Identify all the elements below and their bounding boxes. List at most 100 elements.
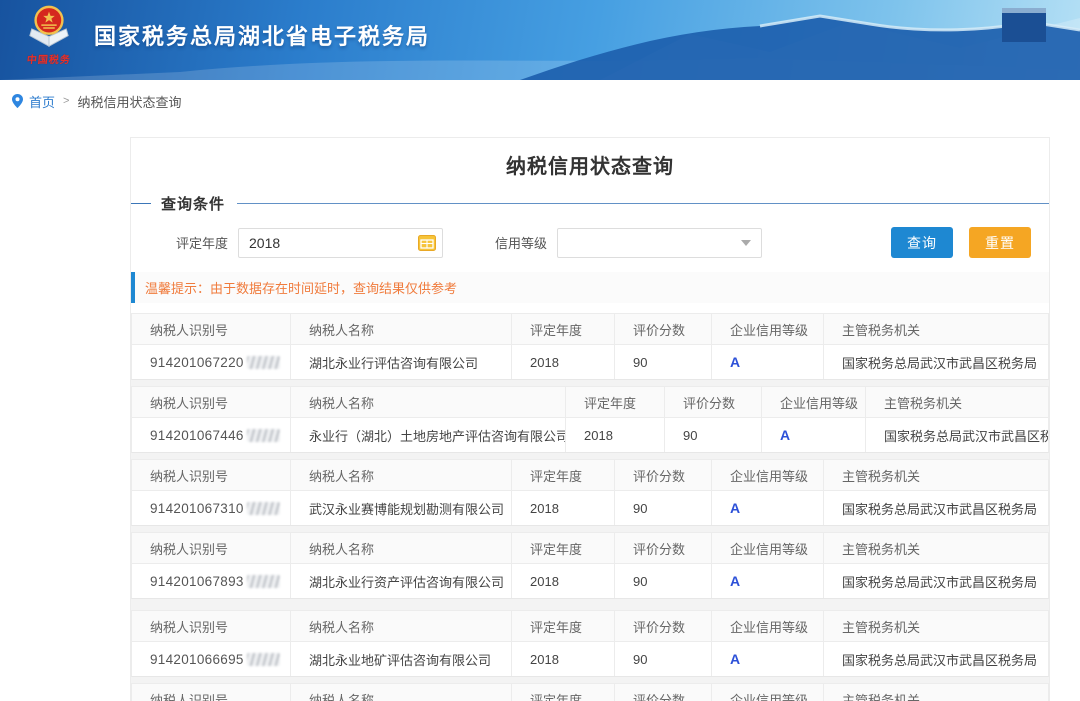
- col-header-credit-level: 企业信用等级: [712, 684, 824, 701]
- col-header-taxpayer-id: 纳税人识别号: [132, 684, 291, 701]
- col-header-credit-level: 企业信用等级: [712, 460, 824, 491]
- query-conditions-title: 查询条件: [161, 193, 225, 214]
- taxpayer-id-prefix: 914201067893: [150, 574, 244, 589]
- tax-bureau-logo: 中国税务: [18, 4, 80, 66]
- tax-authority-cell: 国家税务总局武汉市武昌区税务局: [824, 642, 1048, 676]
- assessment-year-cell: 2018: [566, 418, 665, 452]
- col-header-score: 评价分数: [615, 684, 712, 701]
- result-section: 纳税人识别号 纳税人名称 评定年度 评价分数 企业信用等级 主管税务机关 914…: [131, 313, 1049, 380]
- result-header-row: 纳税人识别号 纳税人名称 评定年度 评价分数 企业信用等级 主管税务机关: [132, 387, 1048, 418]
- col-header-score: 评价分数: [615, 460, 712, 491]
- score-cell: 90: [615, 491, 712, 525]
- col-header-score: 评价分数: [615, 533, 712, 564]
- result-header-row: 纳税人识别号 纳税人名称 评定年度 评价分数 企业信用等级 主管税务机关: [132, 533, 1048, 564]
- notice-message: 温馨提示：由于数据存在时间延时，查询结果仅供参考: [131, 272, 1049, 303]
- calendar-icon[interactable]: [418, 234, 436, 256]
- col-header-assessment-year: 评定年度: [512, 460, 615, 491]
- col-header-score: 评价分数: [665, 387, 762, 418]
- col-header-assessment-year: 评定年度: [566, 387, 665, 418]
- taxpayer-id-cell: 914201066695: [132, 642, 291, 676]
- col-header-taxpayer-id: 纳税人识别号: [132, 387, 291, 418]
- col-header-assessment-year: 评定年度: [512, 611, 615, 642]
- credit-level-cell: A: [712, 345, 824, 379]
- header-banner: 中国税务 国家税务总局湖北省电子税务局: [0, 0, 1080, 80]
- result-data-row: 914201067310 武汉永业赛博能规划勘测有限公司 2018 90 A 国…: [132, 491, 1048, 525]
- result-data-row: 914201067220 湖北永业行评估咨询有限公司 2018 90 A 国家税…: [132, 345, 1048, 379]
- redacted-id-mask: [247, 575, 280, 588]
- taxpayer-id-cell: 914201067220: [132, 345, 291, 379]
- tax-authority-cell: 国家税务总局武汉市武昌区税务局: [824, 491, 1048, 525]
- result-section: 纳税人识别号 纳税人名称 评定年度 评价分数 企业信用等级 主管税务机关 914…: [131, 459, 1049, 526]
- taxpayer-name-cell: 湖北永业地矿评估咨询有限公司: [291, 642, 512, 676]
- col-header-assessment-year: 评定年度: [512, 533, 615, 564]
- result-data-row: 914201067893 湖北永业行资产评估咨询有限公司 2018 90 A 国…: [132, 564, 1048, 598]
- result-section: 纳税人识别号 纳税人名称 评定年度 评价分数 企业信用等级 主管税务机关 914…: [131, 683, 1049, 701]
- tax-authority-cell: 国家税务总局武汉市武昌区税务局: [824, 345, 1048, 379]
- assessment-year-cell: 2018: [512, 345, 615, 379]
- assessment-year-cell: 2018: [512, 491, 615, 525]
- col-header-tax-authority: 主管税务机关: [824, 684, 1048, 701]
- col-header-taxpayer-name: 纳税人名称: [291, 533, 512, 564]
- col-header-credit-level: 企业信用等级: [762, 387, 866, 418]
- result-header-row: 纳税人识别号 纳税人名称 评定年度 评价分数 企业信用等级 主管税务机关: [132, 684, 1048, 701]
- credit-level-select[interactable]: [557, 228, 762, 258]
- col-header-credit-level: 企业信用等级: [712, 533, 824, 564]
- col-header-taxpayer-id: 纳税人识别号: [132, 460, 291, 491]
- col-header-credit-level: 企业信用等级: [712, 314, 824, 345]
- taxpayer-id-prefix: 914201067446: [150, 428, 244, 443]
- taxpayer-name-cell: 武汉永业赛博能规划勘测有限公司: [291, 491, 512, 525]
- taxpayer-id-prefix: 914201067310: [150, 501, 244, 516]
- redacted-id-mask: [247, 653, 280, 666]
- score-cell: 90: [615, 345, 712, 379]
- col-header-credit-level: 企业信用等级: [712, 611, 824, 642]
- breadcrumb-home-link[interactable]: 首页: [29, 92, 55, 111]
- assessment-year-input[interactable]: [238, 228, 443, 258]
- col-header-tax-authority: 主管税务机关: [824, 533, 1048, 564]
- score-cell: 90: [665, 418, 762, 452]
- credit-level-label: 信用等级: [495, 233, 547, 252]
- tax-authority-cell: 国家税务总局武汉市武昌区税务局: [866, 418, 1048, 452]
- breadcrumb-current-page: 纳税信用状态查询: [77, 92, 181, 111]
- national-tax-emblem-icon: [26, 4, 72, 50]
- redacted-id-mask: [247, 356, 280, 369]
- search-button[interactable]: 查询: [891, 227, 953, 258]
- assessment-year-cell: 2018: [512, 642, 615, 676]
- col-header-taxpayer-id: 纳税人识别号: [132, 314, 291, 345]
- result-section: 纳税人识别号 纳税人名称 评定年度 评价分数 企业信用等级 主管税务机关 914…: [131, 386, 1049, 453]
- col-header-score: 评价分数: [615, 611, 712, 642]
- col-header-tax-authority: 主管税务机关: [824, 611, 1048, 642]
- result-data-row: 914201066695 湖北永业地矿评估咨询有限公司 2018 90 A 国家…: [132, 642, 1048, 676]
- redacted-id-mask: [247, 502, 280, 515]
- col-header-taxpayer-name: 纳税人名称: [291, 460, 512, 491]
- credit-level-cell: A: [762, 418, 866, 452]
- col-header-score: 评价分数: [615, 314, 712, 345]
- taxpayer-name-cell: 湖北永业行资产评估咨询有限公司: [291, 564, 512, 598]
- col-header-taxpayer-name: 纳税人名称: [291, 611, 512, 642]
- tax-authority-cell: 国家税务总局武汉市武昌区税务局: [824, 564, 1048, 598]
- query-conditions-header: 查询条件: [131, 193, 1049, 214]
- col-header-tax-authority: 主管税务机关: [824, 314, 1048, 345]
- breadcrumb-separator: >: [63, 95, 69, 107]
- page-title: 纳税信用状态查询: [131, 150, 1049, 179]
- col-header-assessment-year: 评定年度: [512, 684, 615, 701]
- assessment-year-label: 评定年度: [176, 233, 228, 252]
- reset-button[interactable]: 重置: [969, 227, 1031, 258]
- taxpayer-name-cell: 湖北永业行评估咨询有限公司: [291, 345, 512, 379]
- chevron-down-icon: [741, 240, 751, 246]
- score-cell: 90: [615, 564, 712, 598]
- col-header-taxpayer-name: 纳税人名称: [291, 314, 512, 345]
- taxpayer-id-cell: 914201067446: [132, 418, 291, 452]
- result-header-row: 纳税人识别号 纳税人名称 评定年度 评价分数 企业信用等级 主管税务机关: [132, 314, 1048, 345]
- fieldset-left-dash: [131, 203, 151, 204]
- query-panel: 纳税信用状态查询 查询条件 评定年度 信用等级 查询 重: [130, 137, 1050, 701]
- assessment-year-cell: 2018: [512, 564, 615, 598]
- results-table: 纳税人识别号 纳税人名称 评定年度 评价分数 企业信用等级 主管税务机关 914…: [131, 313, 1049, 701]
- result-header-row: 纳税人识别号 纳税人名称 评定年度 评价分数 企业信用等级 主管税务机关: [132, 460, 1048, 491]
- col-header-taxpayer-id: 纳税人识别号: [132, 533, 291, 564]
- col-header-taxpayer-name: 纳税人名称: [291, 387, 566, 418]
- taxpayer-id-cell: 914201067310: [132, 491, 291, 525]
- credit-level-cell: A: [712, 564, 824, 598]
- result-header-row: 纳税人识别号 纳税人名称 评定年度 评价分数 企业信用等级 主管税务机关: [132, 611, 1048, 642]
- score-cell: 90: [615, 642, 712, 676]
- col-header-tax-authority: 主管税务机关: [824, 460, 1048, 491]
